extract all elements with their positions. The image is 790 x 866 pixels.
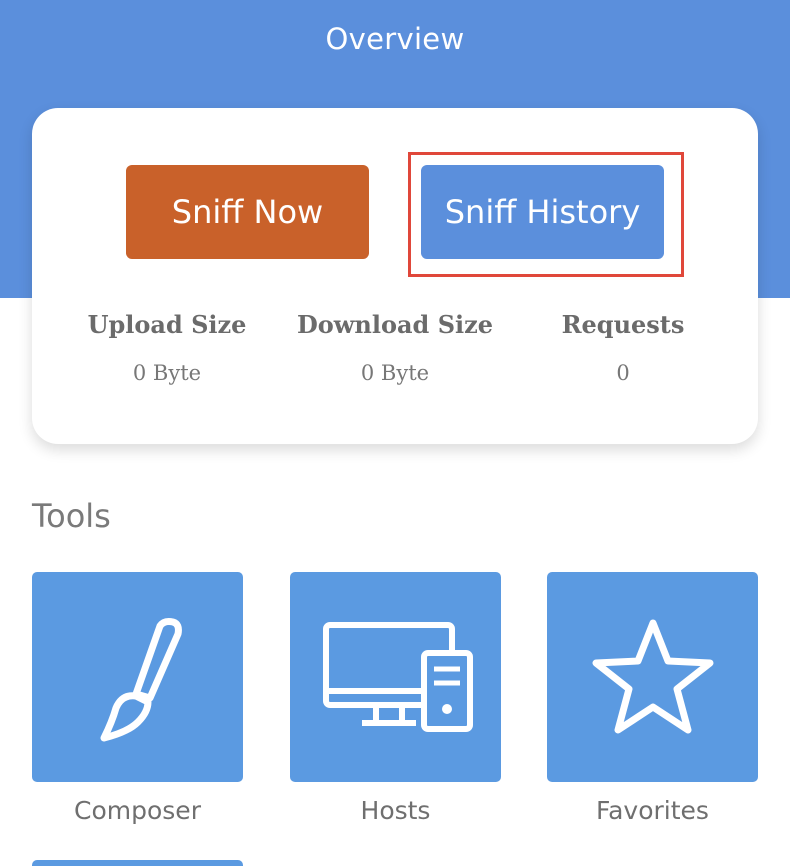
requests-value: 0 bbox=[616, 361, 630, 385]
favorites-label: Favorites bbox=[596, 796, 709, 825]
overview-card: Sniff Now Sniff History Upload Size 0 By… bbox=[32, 108, 758, 444]
page-title: Overview bbox=[325, 22, 465, 56]
tools-heading: Tools bbox=[32, 497, 111, 535]
brush-icon bbox=[100, 618, 182, 742]
composer-label: Composer bbox=[74, 796, 201, 825]
requests-label: Requests bbox=[561, 310, 685, 339]
computer-icon bbox=[322, 622, 473, 732]
requests-stat: Requests 0 bbox=[503, 310, 743, 385]
sniff-now-button[interactable]: Sniff Now bbox=[126, 165, 369, 259]
hosts-tile[interactable] bbox=[290, 572, 501, 782]
favorites-tile[interactable] bbox=[547, 572, 758, 782]
download-size-stat: Download Size 0 Byte bbox=[275, 310, 515, 385]
star-icon bbox=[592, 619, 713, 734]
download-size-label: Download Size bbox=[296, 310, 494, 339]
composer-tile[interactable] bbox=[32, 572, 243, 782]
next-tile-edge bbox=[32, 860, 243, 866]
upload-size-stat: Upload Size 0 Byte bbox=[47, 310, 287, 385]
upload-size-label: Upload Size bbox=[87, 310, 247, 339]
download-size-value: 0 Byte bbox=[360, 361, 430, 385]
sniff-history-button[interactable]: Sniff History bbox=[421, 165, 664, 259]
hosts-label: Hosts bbox=[360, 796, 431, 825]
upload-size-value: 0 Byte bbox=[132, 361, 202, 385]
